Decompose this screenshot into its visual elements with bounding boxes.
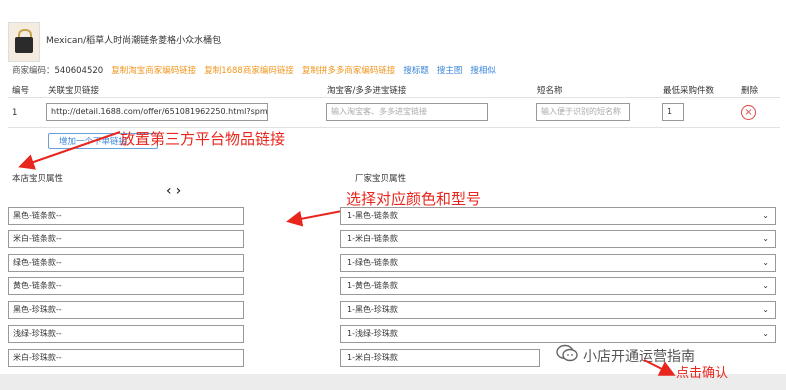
copy-1688-code-link[interactable]: 复制1688商家编码链接 — [204, 66, 294, 76]
merchant-code-label: 商家编码： — [12, 66, 55, 76]
selected-value: 1-绿色-链条款 — [347, 258, 398, 267]
supplier-attribute-select[interactable]: 1-黄色-链条款 ⌄ — [340, 277, 776, 295]
col-header-index: 编号 — [12, 86, 30, 96]
selected-value: 1-米白-珍珠款 — [347, 353, 398, 362]
merchant-code: 540604520 — [54, 66, 104, 76]
col-header-min-qty: 最低采购件数 — [663, 86, 715, 96]
store-attribute-field[interactable]: 黑色-链条款-- — [8, 207, 244, 225]
store-attribute-field[interactable]: 黑色-珍珠款-- — [8, 301, 244, 319]
supplier-attribute-select[interactable]: 1-米白-链条款 ⌄ — [340, 230, 776, 248]
wechat-official-account-icon — [556, 344, 578, 362]
search-similar-link[interactable]: 搜相似 — [470, 66, 496, 76]
chevron-down-icon: ⌄ — [762, 211, 769, 220]
merchant-info-line: 商家编码：540604520 复制淘宝商家编码链接 复制1688商家编码链接 复制拼多… — [12, 64, 496, 76]
linked-item-url-input[interactable]: http://detail.1688.com/offer/65108196225… — [46, 103, 268, 121]
attribute-nav: ‹› — [166, 183, 185, 199]
search-main-image-link[interactable]: 搜主图 — [437, 66, 463, 76]
chevron-down-icon: ⌄ — [762, 305, 769, 314]
supplier-attribute-select[interactable]: 1-绿色-链条款 ⌄ — [340, 254, 776, 272]
copy-taobao-code-link[interactable]: 复制淘宝商家编码链接 — [111, 66, 196, 76]
annotation-arrow-icon — [643, 359, 676, 376]
selected-value: 1-黄色-链条款 — [347, 281, 398, 290]
chevron-right-icon[interactable]: › — [176, 183, 186, 199]
store-attribute-field[interactable]: 黄色-链条款-- — [8, 277, 244, 295]
search-title-link[interactable]: 搜标题 — [403, 66, 429, 76]
selected-value: 1-黑色-珍珠款 — [347, 305, 398, 314]
affiliate-link-input[interactable]: 输入淘宝客、多多进宝链接 — [326, 103, 488, 121]
close-circle-icon[interactable]: × — [741, 105, 756, 120]
annotation-arrow-icon — [18, 131, 121, 170]
supplier-attribute-select[interactable]: 1-黑色-链条款 ⌄ — [340, 207, 776, 225]
chevron-down-icon: ⌄ — [762, 234, 769, 243]
chevron-down-icon: ⌄ — [762, 329, 769, 338]
supplier-attributes-label: 厂家宝贝属性 — [355, 174, 407, 184]
chevron-down-icon: ⌄ — [762, 258, 769, 267]
supplier-attribute-select[interactable]: 1-浅绿-珍珠款 ⌄ — [340, 325, 776, 343]
chevron-left-icon[interactable]: ‹ — [166, 183, 176, 199]
supplier-attribute-select[interactable]: 1-黑色-珍珠款 ⌄ — [340, 301, 776, 319]
col-header-short-name: 短名称 — [537, 86, 563, 96]
col-header-linked-item: 关联宝贝链接 — [48, 86, 100, 96]
product-thumbnail — [8, 22, 40, 62]
confirm-annotation: 点击确认 — [676, 366, 729, 381]
table-divider — [8, 97, 780, 98]
supplier-attribute-select[interactable]: 1-米白-珍珠款 — [340, 349, 540, 367]
selected-value: 1-黑色-链条款 — [347, 211, 398, 220]
handbag-icon — [15, 37, 33, 53]
store-attribute-field[interactable]: 米白-链条款-- — [8, 230, 244, 248]
short-name-input[interactable]: 输入便于识别的短名称 — [536, 103, 630, 121]
annotation-arrow-icon — [286, 210, 343, 227]
col-header-affiliate-link: 淘宝客/多多进宝链接 — [327, 86, 407, 96]
selected-value: 1-米白-链条款 — [347, 234, 398, 243]
col-header-delete: 删除 — [741, 86, 759, 96]
store-attribute-field[interactable]: 米白-珍珠款-- — [8, 349, 244, 367]
chevron-down-icon: ⌄ — [762, 281, 769, 290]
selected-value: 1-浅绿-珍珠款 — [347, 329, 398, 338]
link-annotation: 放置第三方平台物品链接 — [120, 130, 286, 148]
min-qty-input[interactable]: 1 — [662, 103, 684, 121]
product-title: Mexican/稻草人时尚潮链条菱格小众水桶包 — [46, 36, 222, 46]
store-attribute-field[interactable]: 浅绿-珍珠款-- — [8, 325, 244, 343]
store-attribute-field[interactable]: 绿色-链条款-- — [8, 254, 244, 272]
select-annotation: 选择对应颜色和型号 — [346, 190, 482, 208]
store-attributes-label: 本店宝贝属性 — [12, 174, 64, 184]
copy-pdd-code-link[interactable]: 复制拼多多商家编码链接 — [302, 66, 396, 76]
row-index: 1 — [12, 108, 18, 118]
